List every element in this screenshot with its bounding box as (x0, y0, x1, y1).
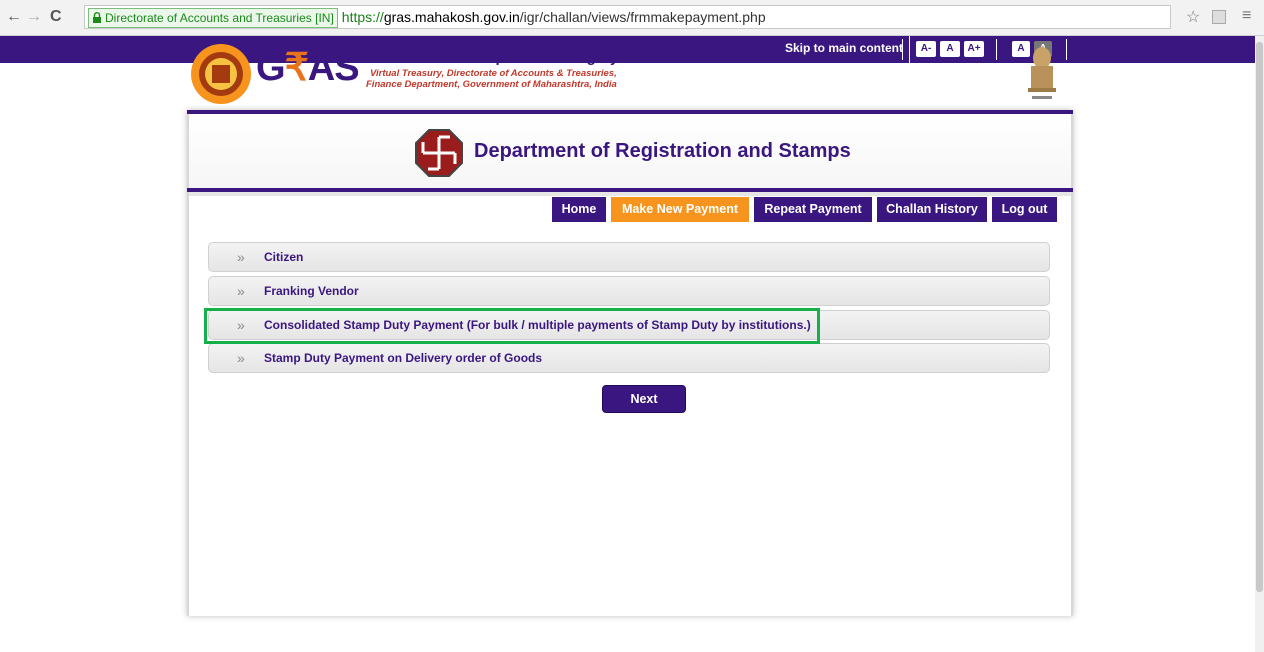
url-text: https://gras.mahakosh.gov.in/igr/challan… (342, 6, 766, 28)
font-normal-button[interactable]: A (940, 41, 960, 57)
menu-icon[interactable]: ≡ (1242, 7, 1251, 25)
logo-letter-g: G (256, 47, 286, 89)
font-smaller-button[interactable]: A- (916, 41, 936, 57)
divider (1066, 39, 1067, 60)
chevron-right-icon: » (237, 283, 245, 299)
url-path: /igr/challan/views/frmmakepayment.php (519, 9, 766, 25)
page-scrollbar[interactable] (1255, 36, 1264, 652)
option-stamp-duty-delivery-order[interactable]: » Stamp Duty Payment on Delivery order o… (208, 343, 1050, 373)
address-bar[interactable]: Directorate of Accounts and Treasuries [… (84, 5, 1171, 29)
logo-subtitle-1: Virtual Treasury, Directorate of Account… (370, 68, 617, 79)
logo-letters-as: AS (307, 47, 360, 89)
national-emblem-icon (1028, 47, 1056, 99)
logo-title: Government Receipt Accounting System (363, 49, 654, 66)
divider (996, 39, 997, 60)
highlight-box (204, 308, 820, 344)
option-label: Citizen (264, 250, 304, 264)
option-citizen[interactable]: » Citizen (208, 242, 1050, 272)
menu-challan-history[interactable]: Challan History (877, 197, 987, 222)
logo-subtitle-2: Finance Department, Government of Mahara… (366, 79, 617, 90)
scrollbar-thumb[interactable] (1256, 42, 1263, 592)
department-title: Department of Registration and Stamps (474, 140, 851, 162)
extension-icon[interactable] (1212, 10, 1226, 24)
skip-to-main-link[interactable]: Skip to main content (785, 36, 911, 63)
logo-rupee: ₹ (284, 47, 309, 89)
gras-logo-text: G₹AS (256, 47, 360, 89)
next-button[interactable]: Next (602, 385, 686, 413)
option-label: Stamp Duty Payment on Delivery order of … (264, 351, 543, 365)
option-label: Franking Vendor (264, 284, 359, 298)
lock-icon (93, 12, 101, 23)
browser-toolbar: ← → C Directorate of Accounts and Treasu… (0, 0, 1264, 36)
divider (902, 39, 903, 60)
registration-department-icon (415, 129, 463, 177)
menu-make-new-payment[interactable]: Make New Payment (611, 197, 749, 222)
maharashtra-seal-icon (191, 44, 251, 104)
forward-arrow-icon[interactable]: → (26, 6, 42, 28)
bookmark-star-icon[interactable]: ☆ (1186, 7, 1200, 27)
back-arrow-icon[interactable]: ← (6, 6, 22, 28)
url-scheme: https:// (341, 9, 384, 25)
menu-home[interactable]: Home (552, 197, 606, 222)
url-domain: gras.mahakosh.gov.in (383, 9, 520, 25)
chevron-right-icon: » (237, 350, 245, 366)
reload-icon[interactable]: C (50, 6, 62, 28)
menu-log-out[interactable]: Log out (992, 197, 1057, 222)
certificate-label: Directorate of Accounts and Treasuries [… (105, 11, 334, 25)
chevron-right-icon: » (237, 249, 245, 265)
divider (189, 192, 1071, 196)
menu-repeat-payment[interactable]: Repeat Payment (754, 197, 872, 222)
certificate-badge[interactable]: Directorate of Accounts and Treasuries [… (88, 8, 338, 28)
option-franking-vendor[interactable]: » Franking Vendor (208, 276, 1050, 306)
font-larger-button[interactable]: A+ (964, 41, 984, 57)
